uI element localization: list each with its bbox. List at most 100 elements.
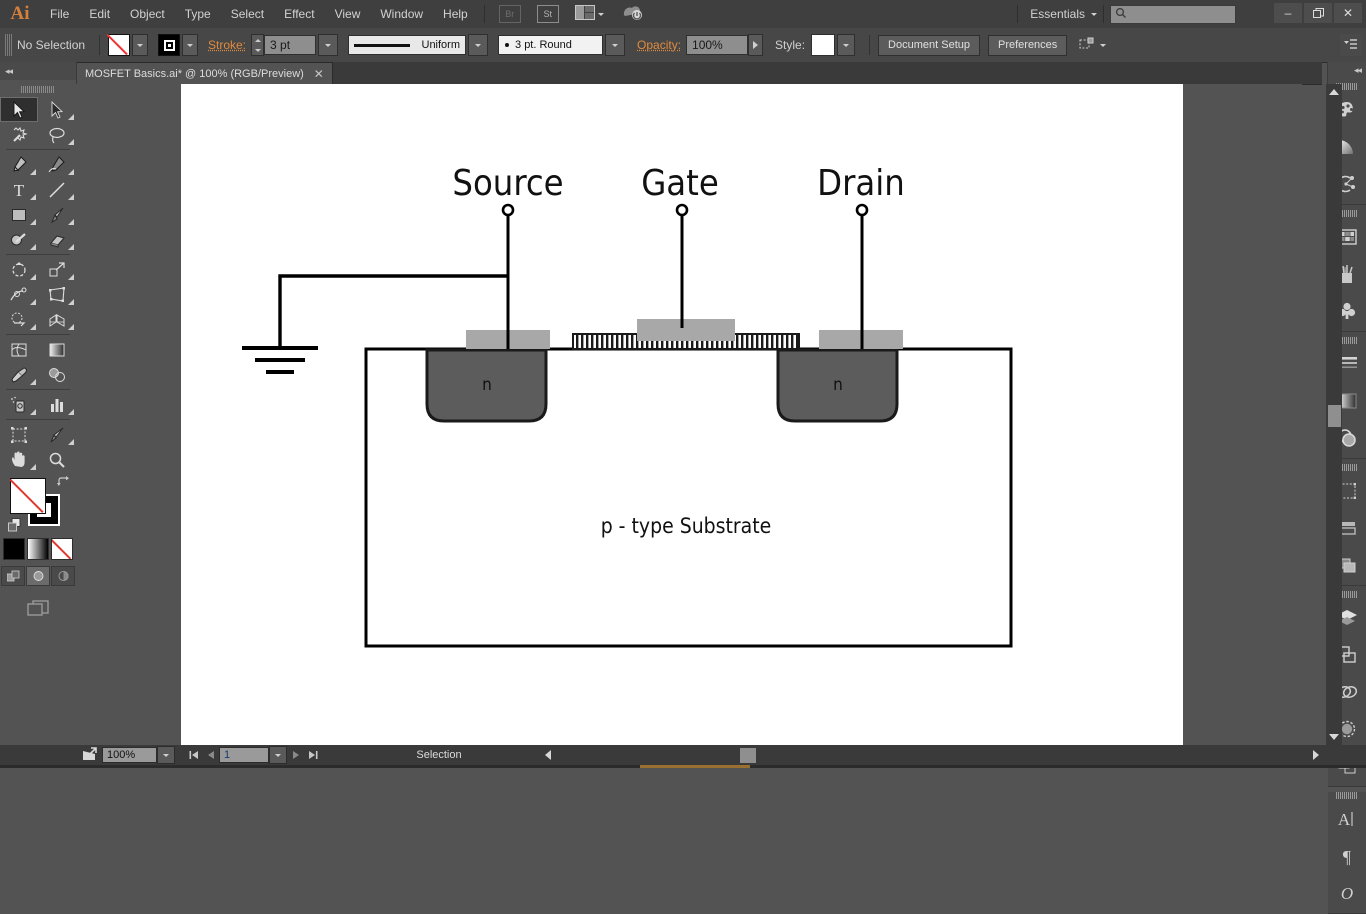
menu-window[interactable]: Window [370, 0, 433, 28]
collapse-dock-icon[interactable]: ◂◂ [1354, 65, 1362, 76]
control-panel-menu-button[interactable] [1340, 34, 1362, 56]
fill-swatch[interactable] [108, 34, 130, 56]
tools-panel-grip[interactable] [21, 86, 55, 93]
stroke-weight-dropdown[interactable] [318, 34, 339, 56]
opacity-input[interactable]: 100% [686, 35, 749, 55]
color-mode-button[interactable] [3, 538, 25, 560]
eraser-tool[interactable] [38, 227, 76, 252]
scroll-left-button[interactable] [540, 745, 556, 765]
vertical-scroll-thumb[interactable] [1328, 405, 1341, 427]
shape-builder-tool[interactable] [0, 307, 38, 332]
scroll-up-button[interactable] [1326, 84, 1342, 100]
none-mode-button[interactable] [51, 538, 73, 560]
draw-behind-button[interactable] [26, 566, 50, 586]
glyphs-panel-button[interactable]: O [1328, 876, 1366, 913]
workspace-switcher[interactable]: Essentials [1024, 7, 1091, 21]
gradient-mode-button[interactable] [27, 538, 49, 560]
minimize-button[interactable]: – [1274, 3, 1302, 23]
rectangle-tool[interactable] [0, 202, 38, 227]
export-selection-button[interactable] [76, 745, 102, 765]
symbol-sprayer-tool[interactable] [0, 392, 38, 417]
swap-fill-stroke-icon[interactable] [57, 476, 70, 491]
column-graph-tool[interactable] [38, 392, 76, 417]
paintbrush-tool[interactable] [38, 202, 76, 227]
dock-group-grip-6[interactable] [1336, 792, 1358, 799]
fill-color-indicator[interactable] [10, 478, 46, 514]
graphic-style-dropdown[interactable] [837, 34, 856, 56]
collapse-panel-icon[interactable]: ◂◂ [5, 66, 13, 77]
artboard[interactable]: Source Gate Drain n n p - type Substrate [181, 84, 1183, 745]
brush-definition-select[interactable]: 3 pt. Round [498, 35, 604, 55]
perspective-grid-tool[interactable] [38, 307, 76, 332]
stroke-dropdown[interactable] [182, 34, 198, 56]
next-artboard-button[interactable] [287, 745, 304, 765]
menu-edit[interactable]: Edit [79, 0, 120, 28]
creative-cloud-icon[interactable] [622, 4, 644, 25]
menu-select[interactable]: Select [221, 0, 274, 28]
fill-dropdown[interactable] [132, 34, 148, 56]
gradient-tool[interactable] [38, 337, 76, 362]
arrange-documents-button[interactable] [574, 5, 604, 23]
vertical-scrollbar[interactable] [1326, 84, 1342, 745]
shaper-tool[interactable] [0, 227, 38, 252]
menu-view[interactable]: View [325, 0, 371, 28]
draw-inside-button[interactable] [51, 566, 75, 586]
menu-help[interactable]: Help [433, 0, 478, 28]
blend-tool[interactable] [38, 362, 76, 387]
stroke-profile-dropdown[interactable] [468, 34, 489, 56]
bridge-button[interactable]: Br [498, 5, 521, 23]
horizontal-scrollbar[interactable] [540, 745, 1340, 765]
previous-artboard-button[interactable] [202, 745, 219, 765]
change-screen-mode-button[interactable] [24, 596, 52, 620]
last-artboard-button[interactable] [304, 745, 321, 765]
close-button[interactable]: ✕ [1334, 3, 1362, 23]
eyedropper-tool[interactable] [0, 362, 38, 387]
dock-header[interactable]: ◂◂ [1328, 62, 1366, 78]
hand-tool[interactable] [0, 447, 38, 472]
zoom-level-input[interactable]: 100% [102, 747, 157, 763]
canvas-area[interactable]: Source Gate Drain n n p - type Substrate [76, 84, 1302, 745]
document-setup-button[interactable]: Document Setup [878, 34, 980, 56]
tools-panel-header[interactable]: ◂◂ [0, 62, 76, 80]
zoom-level-dropdown[interactable] [157, 746, 175, 764]
menu-file[interactable]: File [40, 0, 79, 28]
search-input[interactable] [1110, 4, 1236, 24]
type-tool[interactable]: T [0, 177, 38, 202]
menu-type[interactable]: Type [175, 0, 221, 28]
character-panel-button[interactable]: A [1328, 802, 1366, 839]
scroll-right-button[interactable] [1308, 745, 1324, 765]
selection-tool[interactable] [0, 97, 38, 122]
scroll-down-button[interactable] [1326, 729, 1342, 745]
opacity-flyout-button[interactable] [748, 34, 764, 56]
opacity-label[interactable]: Opacity: [637, 38, 681, 52]
rotate-tool[interactable] [0, 257, 38, 282]
draw-normal-button[interactable] [1, 566, 25, 586]
stock-button[interactable]: St [536, 5, 559, 23]
transform-button[interactable] [1079, 37, 1107, 54]
stroke-label[interactable]: Stroke: [208, 38, 246, 52]
stroke-weight-input[interactable]: 3 pt [264, 35, 317, 55]
preferences-button[interactable]: Preferences [987, 34, 1068, 56]
scale-tool[interactable] [38, 257, 76, 282]
document-tab[interactable]: MOSFET Basics.ai* @ 100% (RGB/Preview) ✕ [76, 62, 333, 84]
stroke-profile-select[interactable]: Uniform [348, 35, 467, 55]
menu-object[interactable]: Object [120, 0, 175, 28]
slice-tool[interactable] [38, 422, 76, 447]
free-transform-tool[interactable] [38, 282, 76, 307]
mesh-tool[interactable] [0, 337, 38, 362]
stroke-weight-stepper[interactable] [251, 34, 265, 56]
close-icon[interactable]: ✕ [314, 68, 324, 80]
stroke-swatch[interactable] [158, 34, 180, 56]
magic-wand-tool[interactable] [0, 122, 38, 147]
lasso-tool[interactable] [38, 122, 76, 147]
paragraph-panel-button[interactable]: ¶ [1328, 839, 1366, 876]
artboard-number-input[interactable]: 1 [219, 747, 269, 763]
default-fill-stroke-icon[interactable] [8, 518, 22, 532]
width-tool[interactable] [0, 282, 38, 307]
graphic-style-swatch[interactable] [811, 34, 836, 56]
control-bar-grip[interactable] [5, 34, 13, 56]
curvature-tool[interactable] [38, 152, 76, 177]
zoom-tool[interactable] [38, 447, 76, 472]
first-artboard-button[interactable] [185, 745, 202, 765]
maximize-button[interactable] [1304, 3, 1332, 23]
